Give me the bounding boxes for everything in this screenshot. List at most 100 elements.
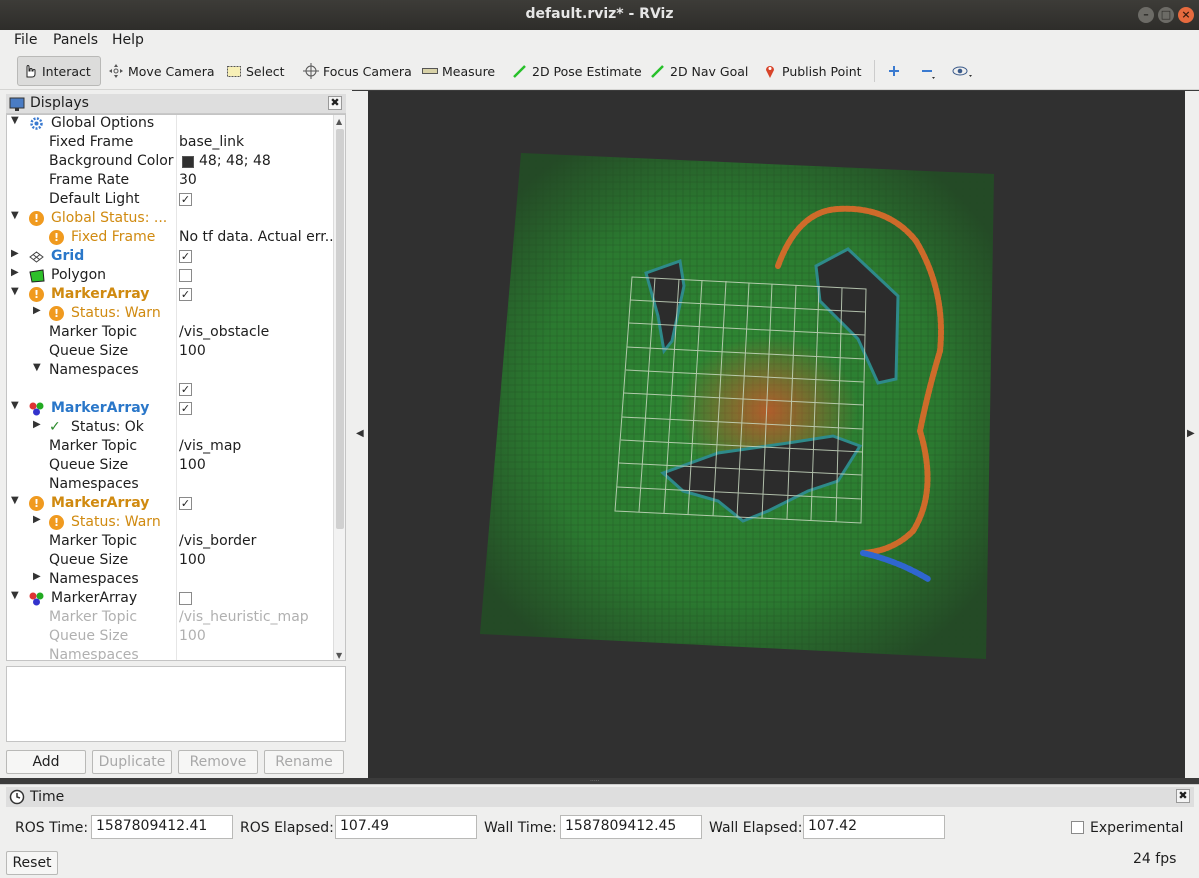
fixed-frame-value[interactable]: base_link <box>179 134 244 150</box>
queue-size-value[interactable]: 100 <box>179 343 206 359</box>
tree-scrollbar[interactable]: ▲ ▼ <box>333 115 345 660</box>
tree-row[interactable]: Queue Size 100 <box>7 343 335 362</box>
nav-goal-tool-button[interactable]: 2D Nav Goal <box>646 56 752 86</box>
scroll-down-icon[interactable]: ▼ <box>336 651 342 660</box>
add-button[interactable]: Add <box>6 750 86 774</box>
tree-row[interactable]: ✓ <box>7 381 335 400</box>
marker-array-checkbox[interactable]: ✓ <box>179 288 192 301</box>
ros-time-field[interactable]: 1587809412.41 <box>91 815 233 839</box>
tree-row[interactable]: ! Fixed Frame No tf data. Actual err... <box>7 229 338 248</box>
polygon-checkbox[interactable] <box>179 269 192 282</box>
tree-row[interactable]: Background Color 48; 48; 48 <box>7 153 335 172</box>
menu-file[interactable]: File <box>14 32 37 48</box>
marker-topic-value[interactable]: /vis_map <box>179 438 241 454</box>
experimental-checkbox[interactable] <box>1071 821 1084 834</box>
pose-estimate-tool-button[interactable]: 2D Pose Estimate <box>508 56 646 86</box>
expand-down-icon[interactable]: ▼ <box>11 115 19 126</box>
default-light-checkbox[interactable]: ✓ <box>179 193 192 206</box>
resize-grip[interactable]: ····· <box>590 778 610 785</box>
grid-checkbox[interactable]: ✓ <box>179 250 192 263</box>
wall-elapsed-field[interactable]: 107.42 <box>803 815 945 839</box>
tree-row[interactable]: ▶ ! Status: Warn <box>7 305 335 324</box>
add-tool-button[interactable] <box>882 56 910 86</box>
maximize-button[interactable]: □ <box>1158 7 1174 23</box>
frame-rate-value[interactable]: 30 <box>179 172 197 188</box>
tree-row[interactable]: ▼ Namespaces <box>7 362 335 381</box>
scroll-thumb[interactable] <box>336 129 344 529</box>
expand-down-icon[interactable]: ▼ <box>11 495 19 506</box>
scene-render[interactable] <box>368 91 1185 778</box>
duplicate-button[interactable]: Duplicate <box>92 750 172 774</box>
expand-right-icon[interactable]: ▶ <box>33 571 41 582</box>
tree-row[interactable]: ▼ ! MarkerArray ✓ <box>7 495 335 514</box>
marker-topic-value[interactable]: /vis_border <box>179 533 256 549</box>
interact-tool-button[interactable]: Interact <box>17 56 101 86</box>
tree-row[interactable]: Queue Size 100 <box>7 628 335 647</box>
tree-row[interactable]: Queue Size 100 <box>7 457 335 476</box>
tree-row[interactable]: Namespaces <box>7 647 335 660</box>
tree-row[interactable]: Marker Topic /vis_heuristic_map <box>7 609 335 628</box>
close-panel-icon[interactable]: ✖ <box>1176 789 1190 803</box>
collapse-right-icon[interactable]: ▶ <box>1187 428 1195 439</box>
queue-size-value[interactable]: 100 <box>179 457 206 473</box>
tree-row[interactable]: ▼ ! MarkerArray ✓ <box>7 286 335 305</box>
tree-row[interactable]: Fixed Frame base_link <box>7 134 335 153</box>
minimize-button[interactable]: – <box>1138 7 1154 23</box>
queue-size-value[interactable]: 100 <box>179 628 206 644</box>
tree-row[interactable]: ▶ Polygon <box>7 267 335 286</box>
focus-camera-tool-button[interactable]: Focus Camera <box>299 56 416 86</box>
expand-down-icon[interactable]: ▼ <box>11 286 19 297</box>
expand-right-icon[interactable]: ▶ <box>33 514 41 525</box>
tree-row[interactable]: Marker Topic /vis_map <box>7 438 335 457</box>
remove-button[interactable]: Remove <box>178 750 258 774</box>
reset-button[interactable]: Reset <box>6 851 58 875</box>
expand-right-icon[interactable]: ▶ <box>33 305 41 316</box>
publish-point-tool-button[interactable]: Publish Point <box>758 56 866 86</box>
color-swatch[interactable] <box>182 156 194 168</box>
tree-row[interactable]: ▼ MarkerArray <box>7 590 335 609</box>
measure-tool-button[interactable]: Measure <box>418 56 499 86</box>
marker-topic-value[interactable]: /vis_obstacle <box>179 324 269 340</box>
tree-row[interactable]: Marker Topic /vis_border <box>7 533 335 552</box>
tree-row[interactable]: ▶ Namespaces <box>7 571 335 590</box>
wall-time-field[interactable]: 1587809412.45 <box>560 815 702 839</box>
collapse-left-icon[interactable]: ◀ <box>356 428 364 439</box>
marker-array-checkbox[interactable]: ✓ <box>179 402 192 415</box>
namespace-checkbox[interactable]: ✓ <box>179 383 192 396</box>
tree-row[interactable]: Default Light ✓ <box>7 191 335 210</box>
tree-row[interactable]: Queue Size 100 <box>7 552 335 571</box>
close-panel-icon[interactable]: ✖ <box>328 96 342 110</box>
menu-help[interactable]: Help <box>112 32 144 48</box>
scroll-up-icon[interactable]: ▲ <box>336 117 342 126</box>
rename-button[interactable]: Rename <box>264 750 344 774</box>
tree-row[interactable]: ▶ ✓ Status: Ok <box>7 419 335 438</box>
remove-tool-button[interactable] <box>915 56 943 86</box>
marker-topic-value[interactable]: /vis_heuristic_map <box>179 609 309 625</box>
ros-elapsed-field[interactable]: 107.49 <box>335 815 477 839</box>
tree-row[interactable]: ▼ Global Options <box>7 115 335 134</box>
expand-down-icon[interactable]: ▼ <box>11 210 19 221</box>
select-tool-button[interactable]: Select <box>222 56 289 86</box>
marker-array-checkbox[interactable]: ✓ <box>179 497 192 510</box>
tree-row[interactable]: Marker Topic /vis_obstacle <box>7 324 335 343</box>
move-camera-tool-button[interactable]: Move Camera <box>104 56 219 86</box>
close-button[interactable]: × <box>1178 7 1194 23</box>
expand-right-icon[interactable]: ▶ <box>33 419 41 430</box>
expand-down-icon[interactable]: ▼ <box>11 400 19 411</box>
marker-array-checkbox[interactable] <box>179 592 192 605</box>
menu-panels[interactable]: Panels <box>53 32 98 48</box>
tree-row[interactable]: ▼ ! Global Status: ... <box>7 210 335 229</box>
expand-right-icon[interactable]: ▶ <box>11 248 19 259</box>
background-color-value[interactable]: 48; 48; 48 <box>199 153 271 169</box>
view-tool-button[interactable] <box>948 56 976 86</box>
tree-row[interactable]: Frame Rate 30 <box>7 172 335 191</box>
render-viewport[interactable] <box>368 91 1185 778</box>
tree-row[interactable]: ▶ Grid ✓ <box>7 248 335 267</box>
tree-row[interactable]: ▶ ! Status: Warn <box>7 514 335 533</box>
expand-down-icon[interactable]: ▼ <box>33 362 41 373</box>
tree-row[interactable]: ▼ MarkerArray ✓ <box>7 400 335 419</box>
expand-right-icon[interactable]: ▶ <box>11 267 19 278</box>
expand-down-icon[interactable]: ▼ <box>11 590 19 601</box>
queue-size-value[interactable]: 100 <box>179 552 206 568</box>
tree-row[interactable]: Namespaces <box>7 476 335 495</box>
